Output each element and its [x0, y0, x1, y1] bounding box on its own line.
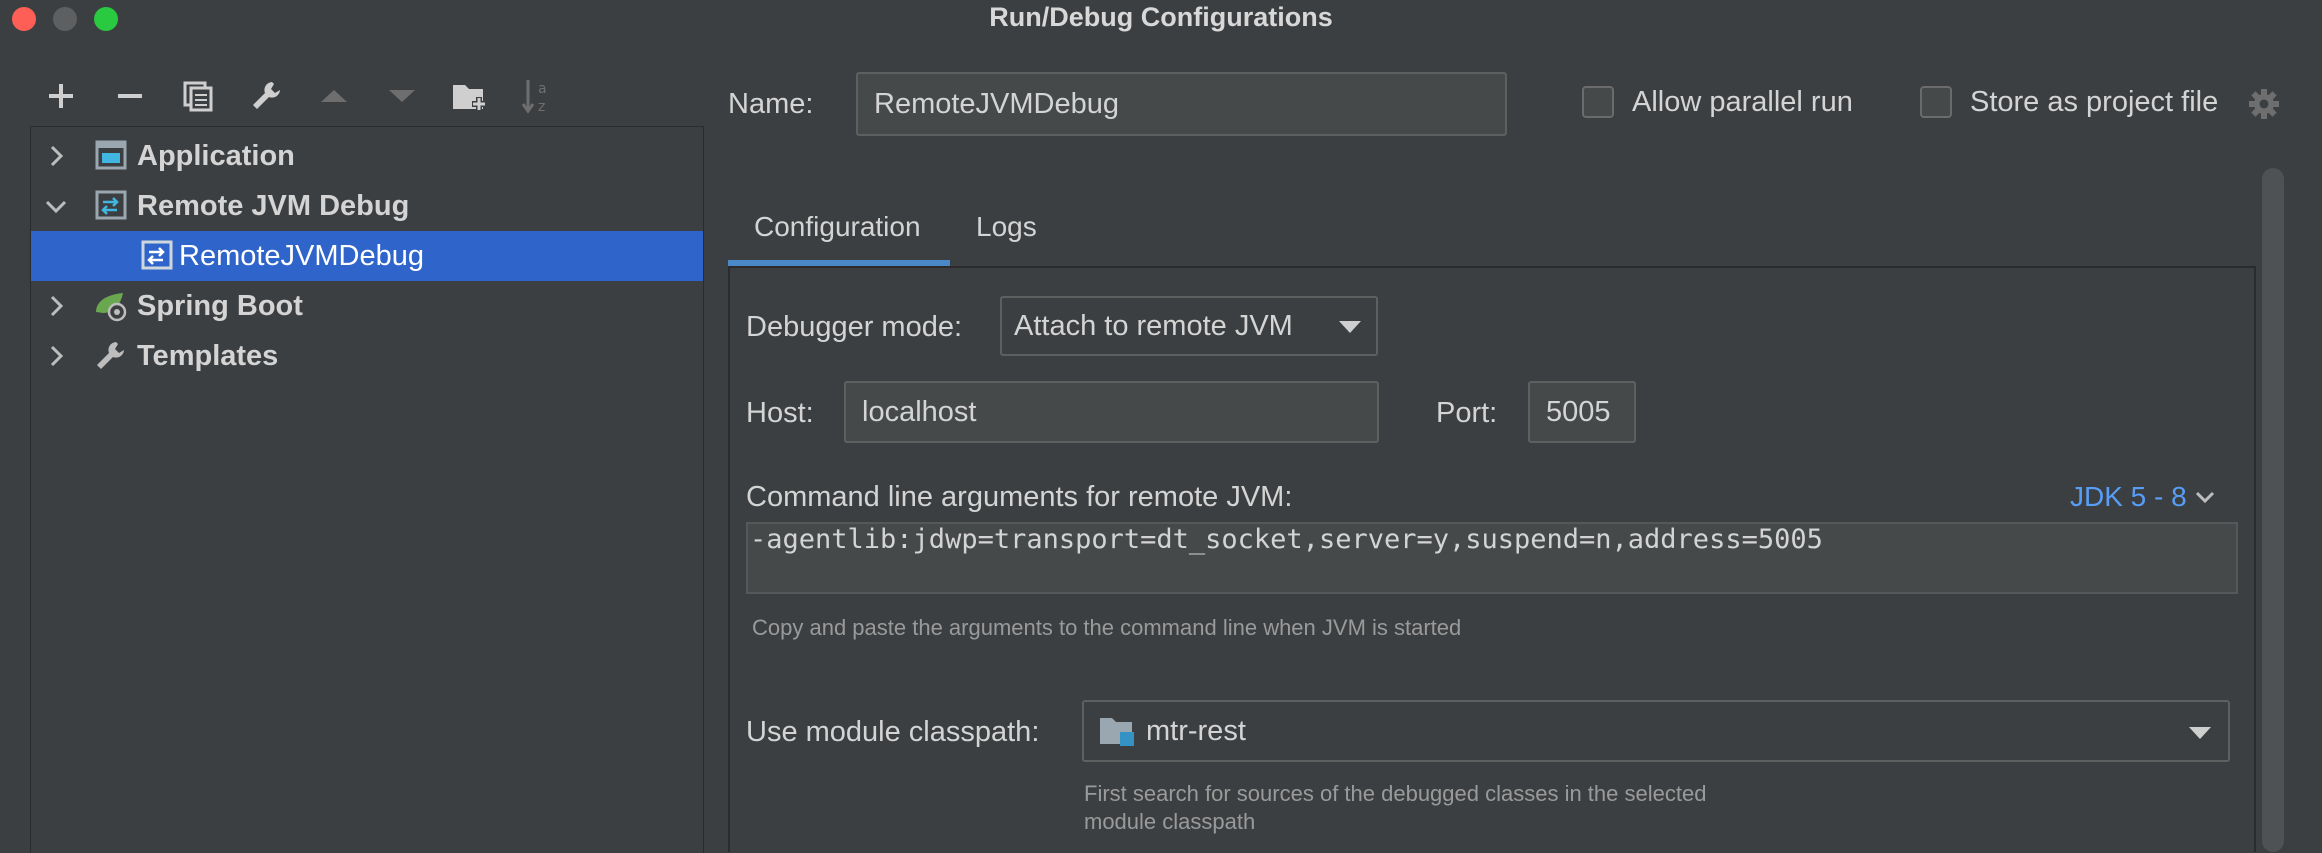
host-field[interactable]: localhost [844, 381, 1379, 443]
tree-item-label: Remote JVM Debug [137, 190, 410, 222]
name-label: Name: [728, 88, 814, 120]
module-classpath-hint: First search for sources of the debugged… [1084, 780, 1706, 836]
tree-item-application[interactable]: Application [31, 131, 703, 181]
title-bar: Run/Debug Configurations [0, 0, 2322, 38]
gear-icon[interactable] [2248, 88, 2280, 120]
allow-parallel-run-label: Allow parallel run [1632, 86, 1853, 118]
module-classpath-hint-line2: module classpath [1084, 809, 1256, 834]
tree-item-label: RemoteJVMDebug [179, 240, 424, 272]
chevron-right-icon[interactable] [43, 343, 69, 369]
debugger-mode-select[interactable]: Attach to remote JVM [1000, 296, 1378, 356]
move-down-button[interactable] [378, 72, 426, 120]
dropdown-arrow-icon [2189, 727, 2211, 739]
copy-button[interactable] [174, 72, 222, 120]
spring-boot-icon [96, 293, 127, 322]
jdk-version-link: JDK 5 - 8 [2070, 481, 2187, 512]
port-field[interactable]: 5005 [1528, 381, 1636, 443]
tree-item-label: Application [137, 140, 295, 172]
svg-text:a: a [538, 81, 547, 97]
move-down-icon [389, 90, 415, 102]
module-classpath-hint-line1: First search for sources of the debugged… [1084, 781, 1707, 806]
port-label: Port: [1436, 397, 1498, 429]
tree-item-templates[interactable]: Templates [31, 331, 703, 381]
chevron-down-icon [2195, 491, 2214, 504]
move-up-icon [321, 90, 347, 102]
remove-button[interactable] [106, 72, 154, 120]
command-line-label: Command line arguments for remote JVM: [746, 481, 1293, 513]
new-folder-icon [453, 85, 486, 111]
window-title: Run/Debug Configurations [989, 2, 1333, 32]
tree-item-label: Spring Boot [137, 290, 303, 322]
command-line-arguments-field[interactable]: -agentlib:jdwp=transport=dt_socket,serve… [746, 522, 2238, 594]
copy-icon [183, 81, 213, 112]
wrench-icon [253, 82, 280, 109]
edit-templates-button[interactable] [242, 72, 290, 120]
debugger-mode-label: Debugger mode: [746, 311, 963, 343]
svg-text:z: z [538, 99, 545, 115]
application-icon [95, 140, 127, 170]
new-folder-button[interactable] [446, 72, 494, 120]
sort-button[interactable]: az [514, 72, 562, 120]
module-classpath-value: mtr-rest [1146, 714, 1246, 747]
add-button[interactable] [37, 72, 85, 120]
tree-item-remote-jvm-debug[interactable]: Remote JVM Debug [31, 181, 703, 231]
module-classpath-label: Use module classpath: [746, 716, 1040, 748]
tree-item-spring-boot[interactable]: Spring Boot [31, 281, 703, 331]
jdk-version-selector[interactable]: JDK 5 - 8 [2070, 481, 2215, 513]
host-label: Host: [746, 397, 814, 429]
chevron-right-icon[interactable] [43, 293, 69, 319]
remote-debug-icon [141, 240, 173, 270]
debugger-mode-value: Attach to remote JVM [1014, 309, 1293, 342]
command-line-hint: Copy and paste the arguments to the comm… [752, 615, 1462, 640]
chevron-down-icon[interactable] [43, 193, 69, 219]
module-folder-icon [1100, 718, 1134, 746]
move-up-button[interactable] [310, 72, 358, 120]
scrollbar[interactable] [2262, 168, 2284, 852]
tree-item-label: Templates [137, 340, 279, 372]
tab-logs[interactable]: Logs [976, 211, 1037, 243]
module-classpath-select[interactable]: mtr-rest [1082, 700, 2230, 762]
chevron-right-icon[interactable] [43, 143, 69, 169]
allow-parallel-run-checkbox[interactable] [1582, 86, 1614, 118]
dropdown-arrow-icon [1339, 321, 1361, 333]
remote-debug-icon [95, 190, 127, 220]
tree-item-remotejvmdebug[interactable]: RemoteJVMDebug [31, 231, 703, 281]
tab-configuration[interactable]: Configuration [754, 211, 921, 243]
command-line-arguments-text: -agentlib:jdwp=transport=dt_socket,serve… [750, 524, 1823, 555]
add-icon [49, 84, 73, 108]
remove-icon [118, 94, 142, 98]
store-as-project-file-label: Store as project file [1970, 86, 2219, 118]
store-as-project-file-checkbox[interactable] [1920, 86, 1952, 118]
wrench-icon [97, 342, 124, 369]
name-field[interactable]: RemoteJVMDebug [856, 72, 1507, 136]
sort-icon: az [521, 80, 547, 115]
configuration-tree: Application Remote JVM Debug RemoteJVMDe… [30, 126, 704, 853]
